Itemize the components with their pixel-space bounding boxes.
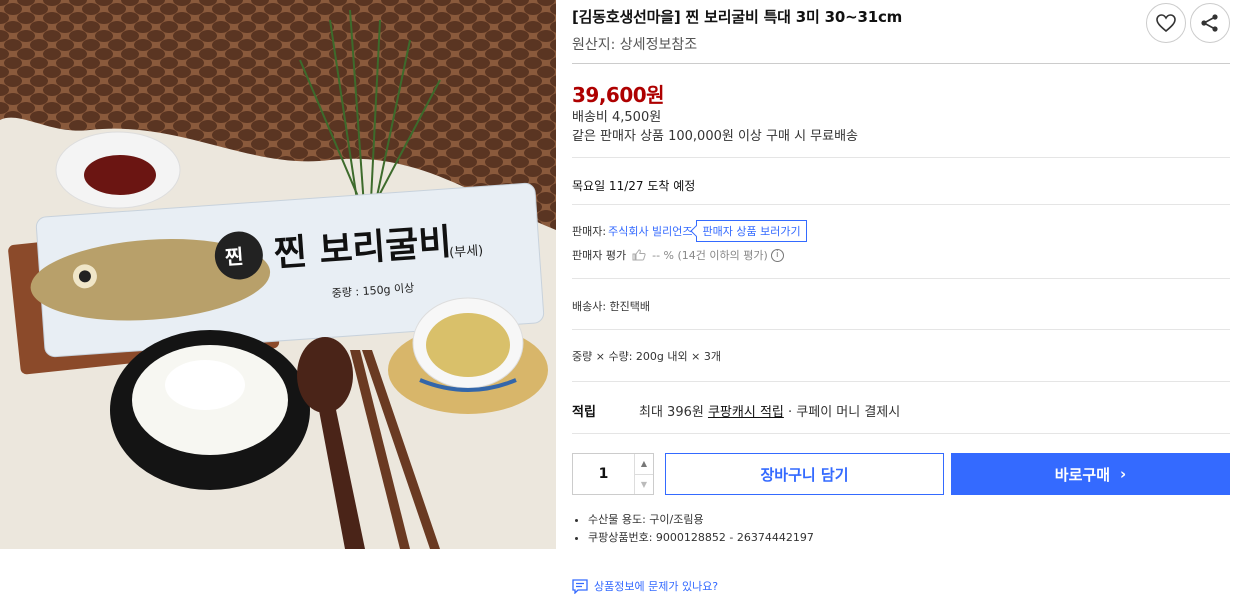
info-icon[interactable]: i — [770, 248, 784, 262]
report-issue-label: 상품정보에 문제가 있나요? — [594, 580, 719, 593]
quantity-increase-button[interactable]: ▲ — [635, 454, 653, 474]
buy-now-button[interactable]: 바로구매 › — [951, 453, 1230, 495]
seller-rating-row: 판매자 평가 -- % (14건 이하의 평가) i — [572, 247, 784, 263]
product-image[interactable]: 찐 찐 보리굴비 (부세) 중량 : 150g 이상 — [0, 0, 556, 549]
divider — [572, 63, 1230, 64]
divider — [572, 329, 1230, 330]
divider — [572, 157, 1230, 158]
seller-rating-value: -- % (14건 이하의 평가) — [652, 249, 768, 262]
svg-text:찐: 찐 — [224, 244, 244, 269]
divider — [572, 278, 1230, 279]
weight-quantity-info: 중량 × 수량: 200g 내외 × 3개 — [572, 350, 721, 363]
product-origin: 원산지: 상세정보참조 — [572, 37, 698, 53]
seller-label: 판매자: — [572, 225, 607, 238]
list-item: 수산물 용도: 구이/조림용 — [588, 511, 814, 529]
courier-info: 배송사: 한진택배 — [572, 300, 651, 313]
chevron-down-icon: ▼ — [640, 479, 648, 489]
product-price: 39,600원 — [572, 83, 665, 107]
seller-rating-label: 판매자 평가 — [572, 249, 627, 262]
cash-prefix: 최대 396원 — [639, 405, 708, 420]
seller-name-link[interactable]: 주식회사 빌리언즈 — [608, 223, 692, 239]
quantity-decrease-button[interactable]: ▼ — [635, 473, 653, 495]
divider — [572, 204, 1230, 205]
quantity-input[interactable] — [573, 454, 634, 494]
quantity-stepper: ▲ ▼ — [572, 453, 654, 495]
list-item: 쿠팡상품번호: 9000128852 - 26374442197 — [588, 529, 814, 547]
chevron-up-icon: ▲ — [640, 459, 648, 469]
divider — [572, 433, 1230, 434]
arrival-date: 목요일 11/27 도착 예정 — [572, 179, 696, 193]
coupang-cash-link[interactable]: 쿠팡캐시 적립 — [708, 405, 784, 420]
seller-products-button[interactable]: 판매자 상품 보러가기 — [695, 220, 807, 242]
chevron-right-icon: › — [1120, 465, 1127, 483]
divider — [572, 381, 1230, 382]
shipping-fee: 배송비 4,500원 — [572, 110, 662, 125]
share-button[interactable] — [1190, 3, 1230, 43]
seller-row: 판매자: 주식회사 빌리언즈 판매자 상품 보러가기 — [572, 220, 807, 242]
product-details-list: 수산물 용도: 구이/조림용 쿠팡상품번호: 9000128852 - 2637… — [588, 511, 814, 547]
cart-button-label: 장바구니 담기 — [760, 465, 849, 484]
free-shipping-note: 같은 판매자 상품 100,000원 이상 구매 시 무료배송 — [572, 129, 859, 144]
product-title: [김동호생선마을] 찐 보리굴비 특대 3미 30~31cm — [572, 8, 903, 26]
share-icon — [1201, 14, 1218, 32]
thumbs-up-icon — [632, 249, 646, 261]
cash-label: 적립 — [572, 405, 596, 420]
message-icon — [572, 578, 588, 594]
add-to-cart-button[interactable]: 장바구니 담기 — [665, 453, 944, 495]
wishlist-button[interactable] — [1146, 3, 1186, 43]
heart-icon — [1156, 14, 1176, 32]
buy-button-label: 바로구매 — [1054, 465, 1110, 484]
cash-info: 최대 396원 쿠팡캐시 적립 · 쿠페이 머니 결제시 — [639, 401, 900, 420]
cash-suffix: · 쿠페이 머니 결제시 — [783, 405, 901, 420]
package-sub: (부세) — [449, 243, 484, 260]
report-issue-link[interactable]: 상품정보에 문제가 있나요? — [572, 578, 718, 594]
